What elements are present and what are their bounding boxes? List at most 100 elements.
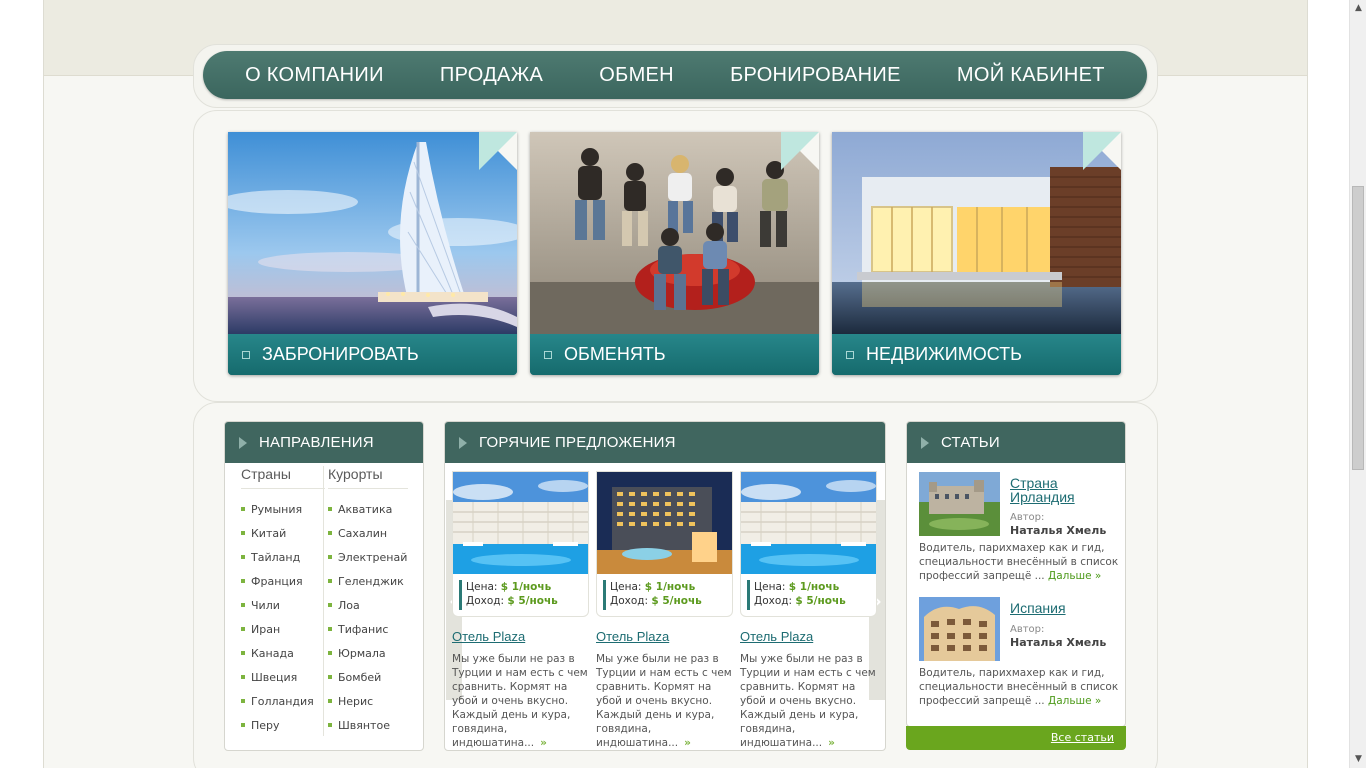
hotel-pool-image[interactable] (453, 472, 589, 574)
all-articles-link[interactable]: Все статьи (1051, 731, 1114, 744)
feature-card-exchange[interactable]: ОБМЕНЯТЬ (530, 132, 819, 375)
nav-item-booking[interactable]: БРОНИРОВАНИЕ (730, 64, 901, 87)
nav-item-cabinet[interactable]: МОЙ КАБИНЕТ (957, 64, 1105, 87)
scroll-down-icon[interactable]: ▼ (1350, 751, 1366, 768)
resorts-item[interactable]: Тифанис (328, 617, 408, 641)
countries-item[interactable]: Швеция (241, 665, 325, 689)
feature-card-book[interactable]: ЗАБРОНИРОВАТЬ (228, 132, 517, 375)
offer-card: Цена: $ 1/ночь Доход: $ 5/ночь Отель Pla… (596, 471, 733, 750)
scroll-up-icon[interactable]: ▲ (1350, 0, 1366, 17)
triangle-right-icon (239, 436, 247, 449)
resorts-label: Тифанис (338, 622, 389, 636)
resorts-item[interactable]: Швянтое (328, 713, 408, 737)
resorts-item[interactable]: Лоа (328, 593, 408, 617)
scroll-thumb[interactable] (1352, 186, 1364, 470)
countries-item[interactable]: Чили (241, 593, 325, 617)
countries-item[interactable]: Румыния (241, 497, 325, 521)
bullet-icon (328, 699, 332, 703)
read-more-link[interactable]: Дальше » (1048, 570, 1101, 582)
resorts-label: Бомбей (338, 670, 382, 684)
countries-label: Румыния (251, 502, 303, 516)
hot-offers-title: ГОРЯЧИЕ ПРЕДЛОЖЕНИЯ (479, 434, 676, 451)
article-title-link[interactable]: Испания (1010, 601, 1110, 615)
hotel-night-image[interactable] (597, 472, 733, 574)
price-label: Цена: (610, 581, 642, 593)
author-label: Автор: (1010, 512, 1045, 523)
countries-heading: Страны (241, 466, 325, 489)
ireland-castle-image[interactable] (919, 472, 1000, 536)
resorts-item[interactable]: Сахалин (328, 521, 408, 545)
nav-item-sale[interactable]: ПРОДАЖА (440, 64, 543, 87)
feature-label-book: ЗАБРОНИРОВАТЬ (262, 344, 419, 364)
resorts-list: Акватика Сахалин Электренай Геленджик Лоа Тиф… (328, 497, 408, 737)
page-fold-icon (479, 132, 517, 170)
bullet-icon (328, 675, 332, 679)
double-chevron-right-icon[interactable]: » (828, 737, 835, 749)
offer-name-link[interactable]: Отель Plaza (740, 629, 877, 644)
offer-price: $ 1/ночь (500, 581, 552, 593)
countries-label: Китай (251, 526, 287, 540)
resorts-label: Электренай (338, 550, 408, 564)
countries-item[interactable]: Франция (241, 569, 325, 593)
article-author: Наталья Хмель (1010, 636, 1107, 649)
hotel-pool-image[interactable] (741, 472, 877, 574)
bullet-icon (328, 651, 332, 655)
checkbox-icon (846, 350, 854, 359)
countries-label: Швеция (251, 670, 298, 684)
bullet-icon (328, 603, 332, 607)
resorts-item[interactable]: Геленджик (328, 569, 408, 593)
resorts-label: Геленджик (338, 574, 404, 588)
feature-label-realty: НЕДВИЖИМОСТЬ (866, 344, 1022, 364)
offer-name-link[interactable]: Отель Plaza (596, 629, 733, 644)
bullet-icon (241, 675, 245, 679)
page-fold-icon (1083, 132, 1121, 170)
resorts-label: Акватика (338, 502, 393, 516)
countries-label: Чили (251, 598, 280, 612)
offer-name-link[interactable]: Отель Plaza (452, 629, 589, 644)
article-author: Наталья Хмель (1010, 524, 1107, 537)
checkbox-icon (242, 350, 250, 359)
offer-income: $ 5/ночь (507, 595, 558, 607)
countries-item[interactable]: Китай (241, 521, 325, 545)
nav-item-exchange[interactable]: ОБМЕН (599, 64, 674, 87)
resorts-item[interactable]: Электренай (328, 545, 408, 569)
income-label: Доход: (466, 595, 505, 607)
author-label: Автор: (1010, 624, 1045, 635)
countries-item[interactable]: Тайланд (241, 545, 325, 569)
double-chevron-right-icon[interactable]: » (540, 737, 547, 749)
countries-item[interactable]: Иран (241, 617, 325, 641)
article-title-link[interactable]: Страна Ирландия (1010, 476, 1110, 504)
all-articles-bar: Все статьи (906, 726, 1126, 750)
offer-description: Мы уже были не раз в Турции и нам есть с… (452, 653, 588, 749)
read-more-link[interactable]: Дальше » (1048, 695, 1101, 707)
resorts-item[interactable]: Нерис (328, 689, 408, 713)
countries-item[interactable]: Канада (241, 641, 325, 665)
income-label: Доход: (610, 595, 649, 607)
bullet-icon (328, 579, 332, 583)
income-label: Доход: (754, 595, 793, 607)
bullet-icon (328, 555, 332, 559)
resorts-item[interactable]: Бомбей (328, 665, 408, 689)
resorts-item[interactable]: Акватика (328, 497, 408, 521)
countries-label: Тайланд (251, 550, 301, 564)
bullet-icon (241, 627, 245, 631)
countries-label: Канада (251, 646, 294, 660)
price-label: Цена: (754, 581, 786, 593)
bullet-icon (328, 723, 332, 727)
feature-card-realty[interactable]: НЕДВИЖИМОСТЬ (832, 132, 1121, 375)
spain-building-image[interactable] (919, 597, 1000, 661)
resorts-item[interactable]: Юрмала (328, 641, 408, 665)
offer-card: Цена: $ 1/ночь Доход: $ 5/ночь Отель Pla… (740, 471, 877, 750)
countries-item[interactable]: Голландия (241, 689, 325, 713)
vertical-scrollbar[interactable]: ▲ ▼ (1349, 0, 1366, 768)
countries-column: Страны Румыния Китай Тайланд Франция Чили Ира… (241, 466, 325, 737)
resorts-label: Нерис (338, 694, 374, 708)
articles-title: СТАТЬИ (941, 434, 1000, 451)
nav-item-company[interactable]: О КОМПАНИИ (245, 64, 384, 87)
offer-price: $ 1/ночь (788, 581, 840, 593)
directions-title: НАПРАВЛЕНИЯ (259, 434, 374, 451)
countries-item[interactable]: Перу (241, 713, 325, 737)
triangle-right-icon (459, 436, 467, 449)
double-chevron-right-icon[interactable]: » (684, 737, 691, 749)
modern-house-image (832, 132, 1121, 334)
